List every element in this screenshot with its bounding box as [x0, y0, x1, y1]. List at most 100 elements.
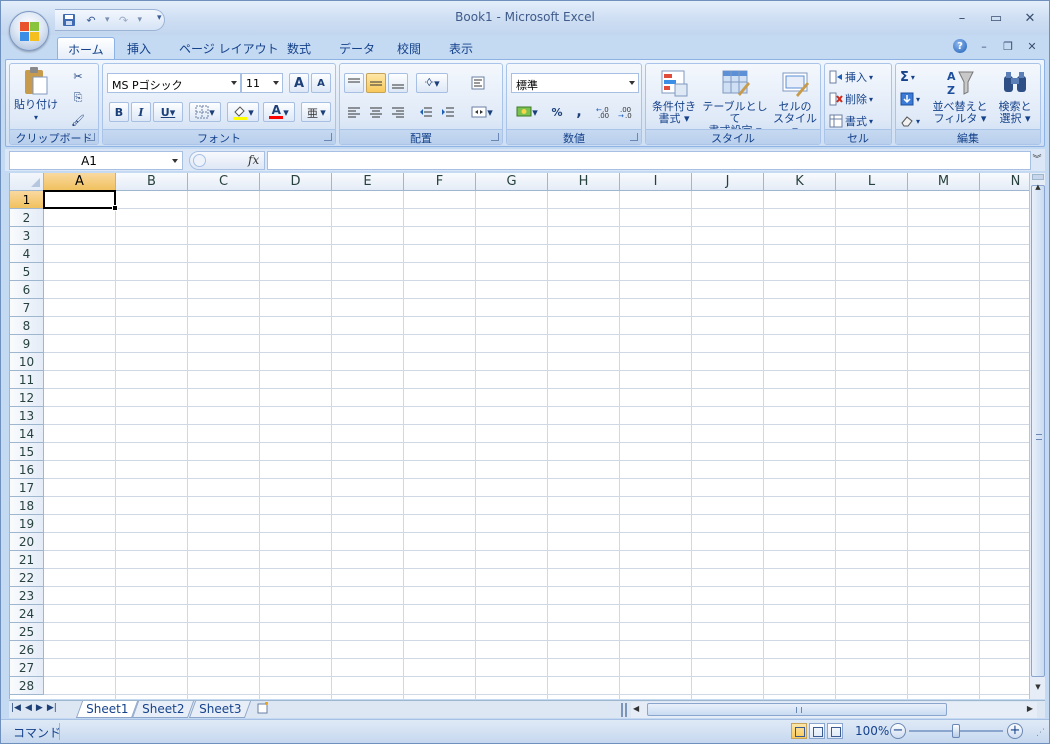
close-icon[interactable]: ✕ [1019, 9, 1041, 27]
percent-button[interactable]: % [547, 102, 567, 122]
increase-decimal-icon[interactable]: ← ,0.00 [595, 102, 615, 122]
minimize-icon[interactable]: – [951, 9, 973, 27]
row-header-21[interactable]: 21 [10, 551, 44, 569]
fill-handle[interactable] [112, 205, 118, 211]
underline-button[interactable]: U ▾ [153, 102, 183, 122]
sheet-tab-1[interactable]: Sheet1 [75, 701, 139, 718]
column-header-j[interactable]: J [692, 173, 764, 191]
font-size-combo[interactable]: 11 [241, 73, 283, 93]
fill-color-button[interactable]: ▾ [227, 102, 259, 122]
column-header-f[interactable]: F [404, 173, 476, 191]
delete-cells-button[interactable]: 削除 ▾ [829, 90, 873, 108]
resize-grip-icon[interactable]: ⋰ [1036, 728, 1045, 738]
increase-indent-button[interactable] [438, 102, 458, 122]
row-header-16[interactable]: 16 [10, 461, 44, 479]
row-header-25[interactable]: 25 [10, 623, 44, 641]
bold-button[interactable]: B [109, 102, 129, 122]
horizontal-scroll-thumb[interactable] [647, 703, 947, 716]
italic-button[interactable]: I [131, 102, 151, 122]
select-all-button[interactable] [10, 173, 44, 191]
cell-styles-button[interactable]: セルのスタイル ▾ [770, 68, 820, 137]
font-launcher-icon[interactable] [324, 133, 332, 141]
workbook-minimize-icon[interactable]: – [977, 40, 991, 53]
tab-data[interactable]: データ [329, 37, 385, 59]
tab-page-layout[interactable]: ページ レイアウト [169, 37, 289, 59]
copy-icon[interactable]: ⎘ [68, 88, 88, 108]
sort-filter-button[interactable]: AZ 並べ替えと フィルタ ▾ [932, 68, 988, 125]
decrease-decimal-icon[interactable]: .00 → .0 [617, 102, 637, 122]
row-header-1[interactable]: 1 [10, 191, 44, 209]
format-painter-icon[interactable]: 🖌 [68, 110, 88, 130]
accounting-format-button[interactable]: ▾ [511, 102, 543, 122]
row-header-9[interactable]: 9 [10, 335, 44, 353]
find-select-button[interactable]: 検索と 選択 ▾ [990, 68, 1040, 125]
expand-formula-bar-icon[interactable]: ︾ [1031, 151, 1043, 170]
vertical-scrollbar[interactable]: ▲ ▼ [1029, 173, 1045, 699]
row-header-2[interactable]: 2 [10, 209, 44, 227]
paste-button[interactable]: 貼り付け ▾ [14, 66, 58, 124]
row-header-14[interactable]: 14 [10, 425, 44, 443]
row-header-8[interactable]: 8 [10, 317, 44, 335]
row-header-15[interactable]: 15 [10, 443, 44, 461]
column-header-d[interactable]: D [260, 173, 332, 191]
column-header-a[interactable]: A [44, 173, 116, 191]
tab-home[interactable]: ホーム [57, 37, 115, 59]
tab-review[interactable]: 校閲 [387, 37, 431, 59]
align-left-button[interactable] [344, 102, 364, 122]
cut-icon[interactable]: ✂ [68, 66, 88, 86]
wrap-text-button[interactable] [468, 73, 488, 93]
row-header-23[interactable]: 23 [10, 587, 44, 605]
align-top-button[interactable] [344, 73, 364, 93]
sheet-tab-2[interactable]: Sheet2 [131, 701, 195, 718]
column-header-e[interactable]: E [332, 173, 404, 191]
fill-button[interactable]: ▾ [900, 90, 920, 108]
cell-area[interactable] [44, 191, 1029, 699]
scroll-down-arrow-icon[interactable]: ▼ [1032, 683, 1044, 697]
row-header-6[interactable]: 6 [10, 281, 44, 299]
row-header-4[interactable]: 4 [10, 245, 44, 263]
tab-formulas[interactable]: 数式 [277, 37, 321, 59]
align-bottom-button[interactable] [388, 73, 408, 93]
active-cell[interactable] [43, 190, 116, 209]
next-sheet-icon[interactable]: ▶ [36, 703, 43, 713]
clear-button[interactable]: ▾ [900, 112, 920, 130]
workbook-close-icon[interactable]: ✕ [1025, 40, 1039, 53]
shrink-font-button[interactable]: A [311, 73, 331, 93]
page-layout-view-icon[interactable] [809, 723, 825, 739]
tab-insert[interactable]: 挿入 [117, 37, 161, 59]
clipboard-launcher-icon[interactable] [87, 133, 95, 141]
row-header-24[interactable]: 24 [10, 605, 44, 623]
row-header-12[interactable]: 12 [10, 389, 44, 407]
row-header-18[interactable]: 18 [10, 497, 44, 515]
sheet-tab-3[interactable]: Sheet3 [188, 701, 252, 718]
format-as-table-button[interactable]: テーブルとして書式設定 ▾ [702, 68, 768, 137]
column-header-b[interactable]: B [116, 173, 188, 191]
page-break-view-icon[interactable] [827, 723, 843, 739]
number-format-combo[interactable]: 標準 [511, 73, 639, 93]
scroll-right-arrow-icon[interactable]: ▶ [1027, 704, 1033, 713]
column-header-n[interactable]: N [980, 173, 1029, 191]
merge-center-button[interactable]: ▾ [466, 102, 498, 122]
office-button[interactable] [9, 11, 49, 51]
number-launcher-icon[interactable] [630, 133, 638, 141]
insert-cells-button[interactable]: 挿入 ▾ [829, 68, 873, 86]
row-header-11[interactable]: 11 [10, 371, 44, 389]
horizontal-split-handle[interactable] [621, 703, 627, 717]
column-header-m[interactable]: M [908, 173, 980, 191]
name-box[interactable]: A1 [9, 151, 183, 170]
row-header-3[interactable]: 3 [10, 227, 44, 245]
row-header-13[interactable]: 13 [10, 407, 44, 425]
row-header-27[interactable]: 27 [10, 659, 44, 677]
vertical-scroll-thumb[interactable] [1031, 185, 1045, 677]
align-middle-button[interactable] [366, 73, 386, 93]
zoom-level[interactable]: 100% [855, 724, 889, 738]
font-color-button[interactable]: A ▾ [263, 102, 295, 122]
normal-view-icon[interactable] [791, 723, 807, 739]
conditional-formatting-button[interactable]: 条件付き 書式 ▾ [648, 68, 700, 125]
column-header-h[interactable]: H [548, 173, 620, 191]
horizontal-scrollbar[interactable]: ◀ ▶ [631, 702, 1037, 718]
scroll-up-arrow-icon[interactable]: ▲ [1032, 183, 1044, 197]
insert-function-button[interactable]: fx [248, 153, 259, 167]
workbook-restore-icon[interactable]: ❐ [1001, 40, 1015, 53]
column-header-k[interactable]: K [764, 173, 836, 191]
